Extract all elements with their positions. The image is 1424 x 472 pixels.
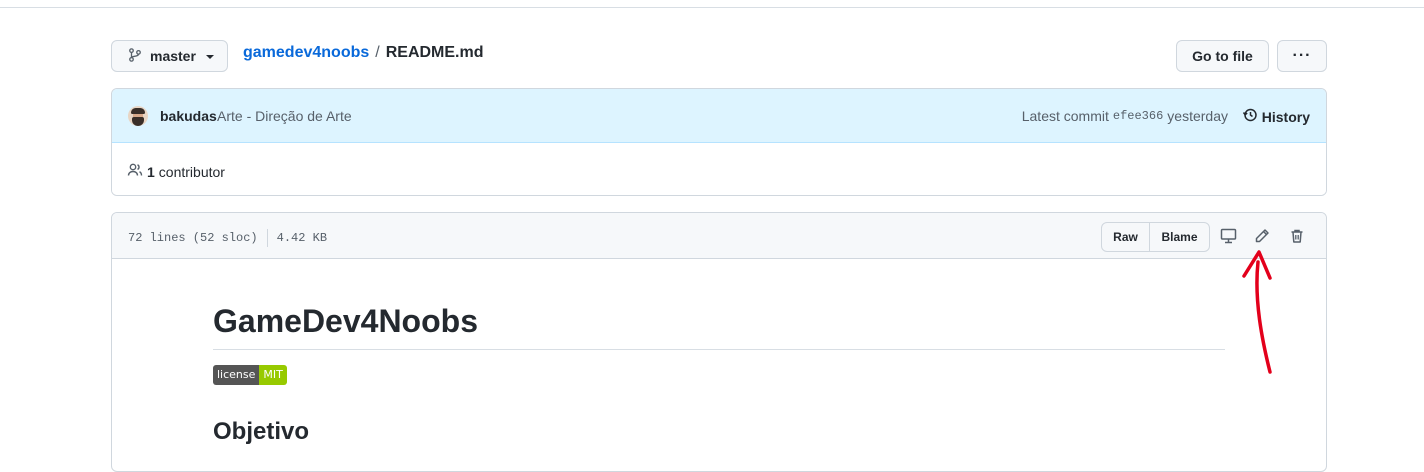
breadcrumb-repo-link[interactable]: gamedev4noobs (243, 44, 369, 62)
commit-author-link[interactable]: bakudas (160, 108, 217, 124)
trash-icon[interactable] (1288, 227, 1306, 245)
history-label: History (1261, 108, 1310, 125)
header-bottom-border (0, 0, 1424, 8)
people-icon (127, 162, 143, 181)
badge-value: MIT (259, 365, 287, 385)
file-lines: 72 lines (52 sloc) (128, 231, 258, 245)
file-info-divider (266, 229, 268, 247)
license-badge[interactable]: license MIT (213, 365, 287, 385)
commit-box: bakudas Arte - Direção de Arte Latest co… (111, 88, 1327, 196)
contributors-link[interactable]: 1 contributor (127, 162, 225, 181)
readme-title: GameDev4Noobs (213, 301, 1225, 350)
desktop-icon[interactable] (1219, 227, 1237, 245)
commit-sha-link[interactable]: efee366 (1113, 109, 1163, 123)
file-info: 72 lines (52 sloc) 4.42 KB (128, 229, 327, 247)
contributor-count: 1 (147, 163, 155, 180)
section-heading: Objetivo (213, 418, 310, 445)
history-icon (1242, 107, 1258, 126)
contributor-label: contributor (158, 163, 225, 180)
file-header: 72 lines (52 sloc) 4.42 KB Raw Blame (112, 213, 1326, 259)
raw-button[interactable]: Raw (1102, 223, 1150, 251)
commit-message-link[interactable]: Arte - Direção de Arte (217, 108, 352, 124)
history-link[interactable]: History (1242, 107, 1310, 126)
git-branch-icon (128, 47, 142, 66)
pencil-icon[interactable] (1253, 227, 1271, 245)
commit-time: yesterday (1167, 108, 1228, 124)
contributors-row (112, 143, 1326, 195)
latest-commit-label: Latest commit (1021, 108, 1109, 124)
more-options-button[interactable]: ··· (1277, 40, 1327, 72)
breadcrumb-separator: / (375, 44, 380, 61)
file-size: 4.42 KB (276, 231, 328, 245)
file-viewer: 72 lines (52 sloc) 4.42 KB Raw Blame Gam… (111, 212, 1327, 472)
avatar[interactable] (128, 106, 148, 126)
latest-commit-row: bakudas Arte - Direção de Arte Latest co… (112, 89, 1326, 143)
branch-select-button[interactable]: master (111, 40, 228, 72)
badge-label: license (213, 365, 260, 385)
breadcrumb: gamedev4noobs / README.md (243, 43, 484, 63)
breadcrumb-file-name: README.md (385, 44, 484, 61)
chevron-down-icon (205, 55, 214, 59)
file-actions-group: Raw Blame (1101, 222, 1210, 252)
branch-label: master (150, 48, 196, 64)
go-to-file-button[interactable]: Go to file (1176, 40, 1269, 72)
latest-commit-info: Latest commit efee366 yesterday (1022, 108, 1228, 124)
blame-button[interactable]: Blame (1150, 223, 1209, 251)
